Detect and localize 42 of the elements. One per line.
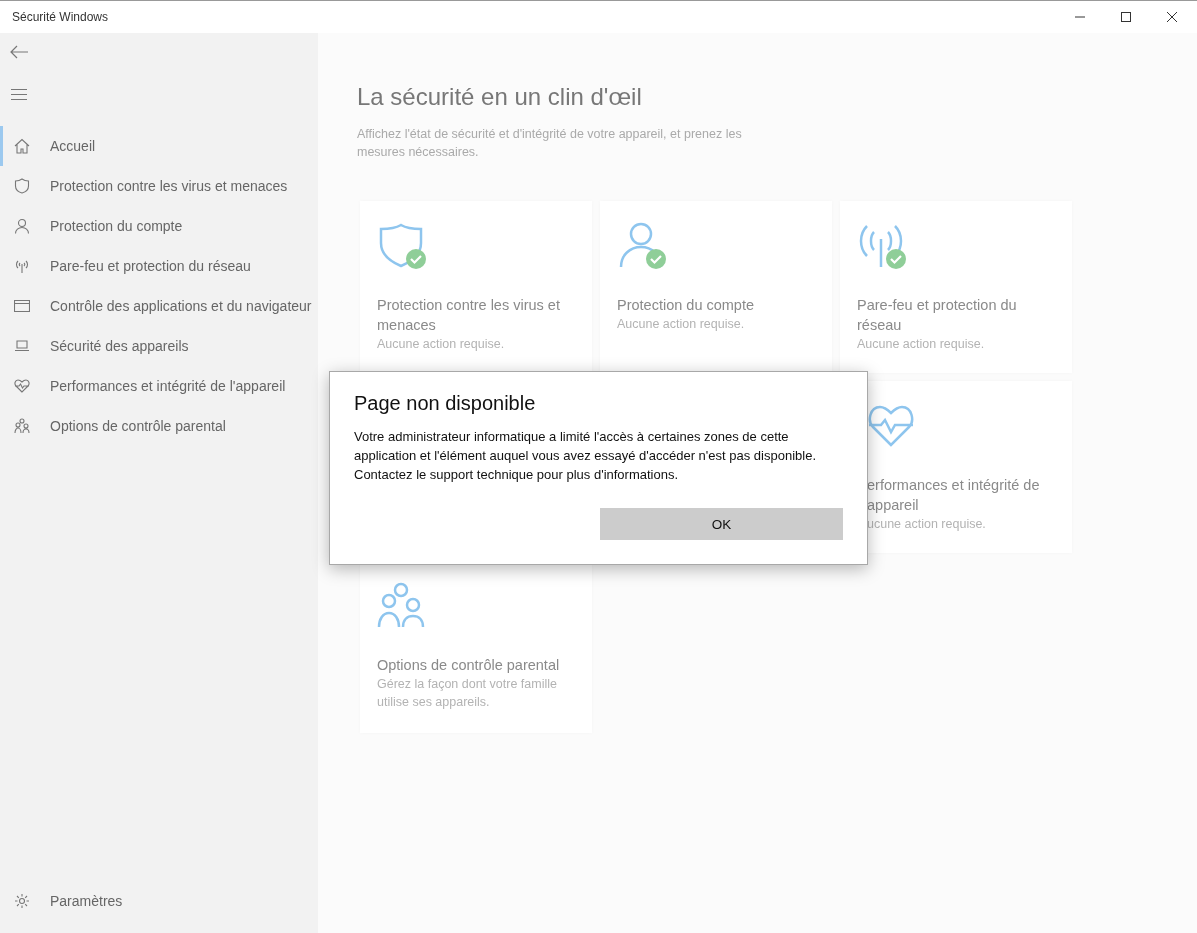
sidebar-icon [14,218,30,234]
security-card[interactable]: Protection du compte Aucune action requise. [600,201,832,373]
card-title: Options de contrôle parental [377,656,561,675]
sidebar-icon [14,298,30,314]
card-title: Pare-feu et protection du réseau [857,296,1018,335]
sidebar-item[interactable]: Performances et intégrité de l'appareil [0,366,318,406]
sidebar-icon [14,258,30,274]
close-icon[interactable] [1167,12,1177,22]
sidebar-item[interactable]: Options de contrôle parental [0,406,318,446]
sidebar-item[interactable]: Pare-feu et protection du réseau [0,246,318,286]
shield-icon [377,221,425,269]
page-description: Affichez l'état de sécurité et d'intégrité de votre appareil, et prenez les mesures nécessaires. [357,126,743,161]
settings-item[interactable]: Paramètres [0,881,318,921]
card-status: Gérez la façon dont votre famille utilise ses appareils. [377,676,558,711]
card-status: Aucune action requise. [617,316,746,333]
card-status: Aucune action requise. [377,336,506,353]
card-status: Aucune action requise. [857,336,986,353]
sidebar-icon [14,138,30,154]
sidebar-icon [14,378,30,394]
card-status: ucune action requise. [867,516,987,533]
page-title: La sécurité en un clin d'œil [357,83,643,111]
sidebar-item[interactable]: Sécurité des appareils [0,326,318,366]
ok-button[interactable]: OK [600,508,843,540]
back-arrow-icon[interactable] [10,45,28,59]
security-card[interactable]: Protection contre les virus et menaces Aucune action requise. [360,201,592,373]
sidebar-item[interactable]: Contrôle des applications et du navigateur [0,286,318,326]
dialog-title: Page non disponible [354,392,537,415]
card-title: erformances et intégrité de appareil [867,476,1041,515]
sidebar-item[interactable]: Protection du compte [0,206,318,246]
sidebar-icon [14,418,30,434]
sidebar-item[interactable]: Protection contre les virus et menaces [0,166,318,206]
sidebar-icon [14,338,30,354]
maximize-icon[interactable] [1121,12,1131,22]
card-title: Protection du compte [617,296,756,315]
settings-icon [14,893,30,909]
menu-icon[interactable] [11,89,27,100]
sidebar-icon [14,178,30,194]
card-title: Protection contre les virus et menaces [377,296,561,335]
family-icon [377,581,425,629]
dialog-message: Votre administrateur informatique a limité l'accès à certaines zones de cette application et l'élément auquel vous avez essayé d'accéder n'est pas disponible. Contactez le support technique pour plus d'informations. [354,428,817,484]
window-title: Sécurité Windows [12,10,109,24]
security-card[interactable]: Pare-feu et protection du réseau Aucune action requise. [840,201,1072,373]
